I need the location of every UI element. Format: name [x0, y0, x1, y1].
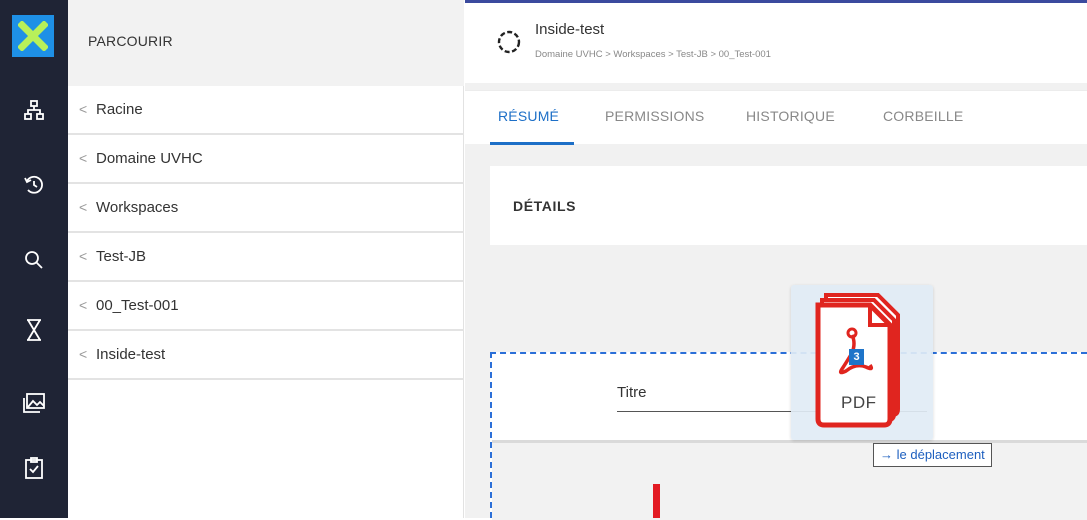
browse-item-00-test-001[interactable]: < 00_Test-001 — [68, 282, 464, 331]
chevron-left-icon: < — [79, 199, 88, 215]
browse-item-inside-test[interactable]: < Inside-test — [68, 331, 464, 380]
active-tab-indicator — [490, 142, 574, 145]
move-tooltip-label: le déplacement — [896, 447, 985, 462]
browse-item-label: Domaine UVHC — [96, 150, 203, 167]
browse-item-label: 00_Test-001 — [96, 297, 179, 314]
browse-header: PARCOURIR — [68, 0, 464, 86]
text-cursor-marker — [653, 484, 660, 518]
chevron-left-icon: < — [79, 297, 88, 313]
checklist-icon[interactable] — [17, 451, 51, 485]
move-tooltip: → le déplacement — [873, 443, 992, 467]
main-content: Inside-test Domaine UVHC > Workspaces > … — [465, 0, 1087, 520]
browse-item-label: Test-JB — [96, 248, 147, 265]
browse-item-domaine-uvhc[interactable]: < Domaine UVHC — [68, 135, 464, 184]
icon-rail — [0, 0, 68, 518]
title-field-label: Titre — [617, 384, 647, 401]
logo-x-icon[interactable] — [12, 15, 54, 57]
chevron-left-icon: < — [79, 248, 88, 264]
browse-item-label: Workspaces — [96, 199, 179, 216]
details-title: DÉTAILS — [513, 198, 577, 214]
tab-bar: RÉSUMÉ PERMISSIONS HISTORIQUE CORBEILLE — [465, 90, 1087, 145]
hourglass-icon[interactable] — [17, 313, 51, 347]
arrow-right-icon: → — [880, 447, 893, 462]
browse-item-test-jb[interactable]: < Test-JB — [68, 233, 464, 282]
chevron-left-icon: < — [79, 346, 88, 362]
tab-permissions[interactable]: PERMISSIONS — [605, 108, 704, 124]
drop-zone-lower — [492, 443, 1087, 520]
details-card: DÉTAILS — [490, 166, 1087, 245]
search-icon[interactable] — [17, 243, 51, 277]
drag-preview: 3 PDF — [791, 285, 933, 440]
browse-item-workspaces[interactable]: < Workspaces — [68, 184, 464, 233]
document-title: Inside-test — [535, 21, 605, 38]
breadcrumb[interactable]: Domaine UVHC > Workspaces > Test-JB > 00… — [535, 49, 771, 60]
gallery-icon[interactable] — [17, 386, 51, 420]
chevron-left-icon: < — [79, 150, 88, 166]
chevron-left-icon: < — [79, 101, 88, 117]
browse-panel: PARCOURIR < Racine < Domaine UVHC < Work… — [68, 0, 464, 518]
history-icon[interactable] — [17, 168, 51, 202]
browse-item-racine[interactable]: < Racine — [68, 86, 464, 135]
browse-item-label: Inside-test — [96, 346, 166, 363]
browse-title: PARCOURIR — [88, 33, 173, 49]
browse-item-label: Racine — [96, 101, 143, 118]
loading-spinner-icon — [497, 30, 521, 59]
tab-corbeille[interactable]: CORBEILLE — [883, 108, 963, 124]
drop-zone[interactable]: Titre — [490, 352, 1087, 520]
pdf-label: PDF — [841, 393, 877, 412]
drag-count-badge: 3 — [849, 349, 864, 365]
sitemap-icon[interactable] — [17, 93, 51, 127]
tab-historique[interactable]: HISTORIQUE — [746, 108, 835, 124]
document-header: Inside-test Domaine UVHC > Workspaces > … — [465, 3, 1087, 83]
tab-resume[interactable]: RÉSUMÉ — [498, 108, 559, 124]
